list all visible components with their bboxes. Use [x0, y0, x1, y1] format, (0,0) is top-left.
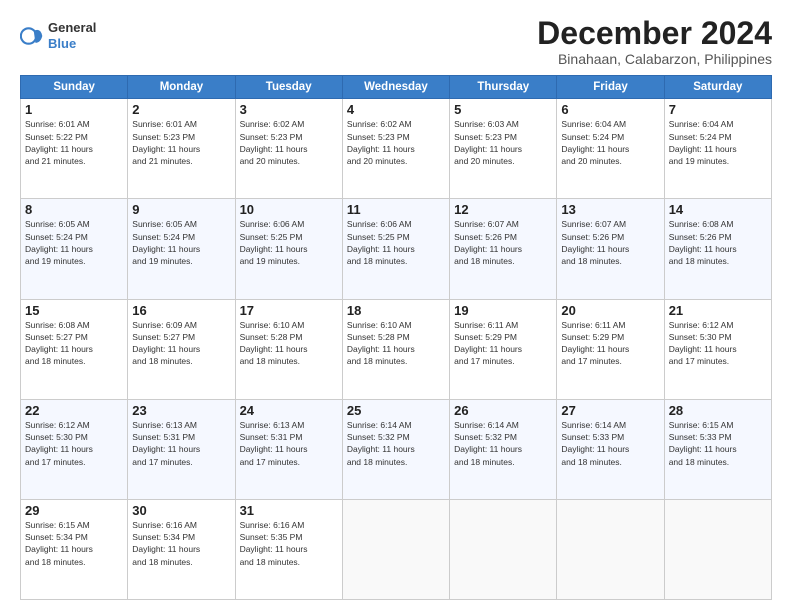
- calendar-week-4: 22Sunrise: 6:12 AM Sunset: 5:30 PM Dayli…: [21, 399, 772, 499]
- calendar-day-1: 1Sunrise: 6:01 AM Sunset: 5:22 PM Daylig…: [21, 99, 128, 199]
- calendar-empty: [557, 499, 664, 599]
- calendar-day-16: 16Sunrise: 6:09 AM Sunset: 5:27 PM Dayli…: [128, 299, 235, 399]
- calendar-day-7: 7Sunrise: 6:04 AM Sunset: 5:24 PM Daylig…: [664, 99, 771, 199]
- calendar-day-2: 2Sunrise: 6:01 AM Sunset: 5:23 PM Daylig…: [128, 99, 235, 199]
- calendar-week-3: 15Sunrise: 6:08 AM Sunset: 5:27 PM Dayli…: [21, 299, 772, 399]
- calendar-day-20: 20Sunrise: 6:11 AM Sunset: 5:29 PM Dayli…: [557, 299, 664, 399]
- calendar-day-8: 8Sunrise: 6:05 AM Sunset: 5:24 PM Daylig…: [21, 199, 128, 299]
- calendar-day-31: 31Sunrise: 6:16 AM Sunset: 5:35 PM Dayli…: [235, 499, 342, 599]
- calendar-day-17: 17Sunrise: 6:10 AM Sunset: 5:28 PM Dayli…: [235, 299, 342, 399]
- logo-text: General Blue: [48, 20, 96, 51]
- calendar-week-1: 1Sunrise: 6:01 AM Sunset: 5:22 PM Daylig…: [21, 99, 772, 199]
- logo-general: General: [48, 20, 96, 36]
- calendar-day-3: 3Sunrise: 6:02 AM Sunset: 5:23 PM Daylig…: [235, 99, 342, 199]
- title-block: December 2024 Binahaan, Calabarzon, Phil…: [537, 16, 772, 67]
- calendar-day-5: 5Sunrise: 6:03 AM Sunset: 5:23 PM Daylig…: [450, 99, 557, 199]
- calendar-empty: [664, 499, 771, 599]
- calendar-day-12: 12Sunrise: 6:07 AM Sunset: 5:26 PM Dayli…: [450, 199, 557, 299]
- calendar-day-23: 23Sunrise: 6:13 AM Sunset: 5:31 PM Dayli…: [128, 399, 235, 499]
- calendar-day-15: 15Sunrise: 6:08 AM Sunset: 5:27 PM Dayli…: [21, 299, 128, 399]
- calendar-day-14: 14Sunrise: 6:08 AM Sunset: 5:26 PM Dayli…: [664, 199, 771, 299]
- calendar-day-13: 13Sunrise: 6:07 AM Sunset: 5:26 PM Dayli…: [557, 199, 664, 299]
- calendar-day-26: 26Sunrise: 6:14 AM Sunset: 5:32 PM Dayli…: [450, 399, 557, 499]
- calendar-table: SundayMondayTuesdayWednesdayThursdayFrid…: [20, 75, 772, 600]
- calendar-day-29: 29Sunrise: 6:15 AM Sunset: 5:34 PM Dayli…: [21, 499, 128, 599]
- calendar-day-18: 18Sunrise: 6:10 AM Sunset: 5:28 PM Dayli…: [342, 299, 449, 399]
- calendar-header-monday: Monday: [128, 76, 235, 99]
- logo-blue: Blue: [48, 36, 96, 52]
- calendar-day-19: 19Sunrise: 6:11 AM Sunset: 5:29 PM Dayli…: [450, 299, 557, 399]
- calendar-day-21: 21Sunrise: 6:12 AM Sunset: 5:30 PM Dayli…: [664, 299, 771, 399]
- calendar-header-sunday: Sunday: [21, 76, 128, 99]
- calendar-empty: [342, 499, 449, 599]
- logo-icon: [20, 24, 44, 48]
- calendar-empty: [450, 499, 557, 599]
- calendar-day-4: 4Sunrise: 6:02 AM Sunset: 5:23 PM Daylig…: [342, 99, 449, 199]
- calendar-week-5: 29Sunrise: 6:15 AM Sunset: 5:34 PM Dayli…: [21, 499, 772, 599]
- calendar-day-25: 25Sunrise: 6:14 AM Sunset: 5:32 PM Dayli…: [342, 399, 449, 499]
- calendar-day-10: 10Sunrise: 6:06 AM Sunset: 5:25 PM Dayli…: [235, 199, 342, 299]
- calendar-week-2: 8Sunrise: 6:05 AM Sunset: 5:24 PM Daylig…: [21, 199, 772, 299]
- calendar-day-9: 9Sunrise: 6:05 AM Sunset: 5:24 PM Daylig…: [128, 199, 235, 299]
- calendar-header-tuesday: Tuesday: [235, 76, 342, 99]
- calendar-day-22: 22Sunrise: 6:12 AM Sunset: 5:30 PM Dayli…: [21, 399, 128, 499]
- location: Binahaan, Calabarzon, Philippines: [537, 51, 772, 67]
- calendar-day-30: 30Sunrise: 6:16 AM Sunset: 5:34 PM Dayli…: [128, 499, 235, 599]
- calendar-header-wednesday: Wednesday: [342, 76, 449, 99]
- page: General Blue December 2024 Binahaan, Cal…: [0, 0, 792, 612]
- calendar-day-11: 11Sunrise: 6:06 AM Sunset: 5:25 PM Dayli…: [342, 199, 449, 299]
- calendar-day-27: 27Sunrise: 6:14 AM Sunset: 5:33 PM Dayli…: [557, 399, 664, 499]
- calendar-day-28: 28Sunrise: 6:15 AM Sunset: 5:33 PM Dayli…: [664, 399, 771, 499]
- logo: General Blue: [20, 20, 96, 51]
- month-title: December 2024: [537, 16, 772, 51]
- calendar-header-saturday: Saturday: [664, 76, 771, 99]
- calendar-header-friday: Friday: [557, 76, 664, 99]
- calendar-day-6: 6Sunrise: 6:04 AM Sunset: 5:24 PM Daylig…: [557, 99, 664, 199]
- calendar-header-thursday: Thursday: [450, 76, 557, 99]
- header: General Blue December 2024 Binahaan, Cal…: [20, 16, 772, 67]
- calendar-header-row: SundayMondayTuesdayWednesdayThursdayFrid…: [21, 76, 772, 99]
- calendar-day-24: 24Sunrise: 6:13 AM Sunset: 5:31 PM Dayli…: [235, 399, 342, 499]
